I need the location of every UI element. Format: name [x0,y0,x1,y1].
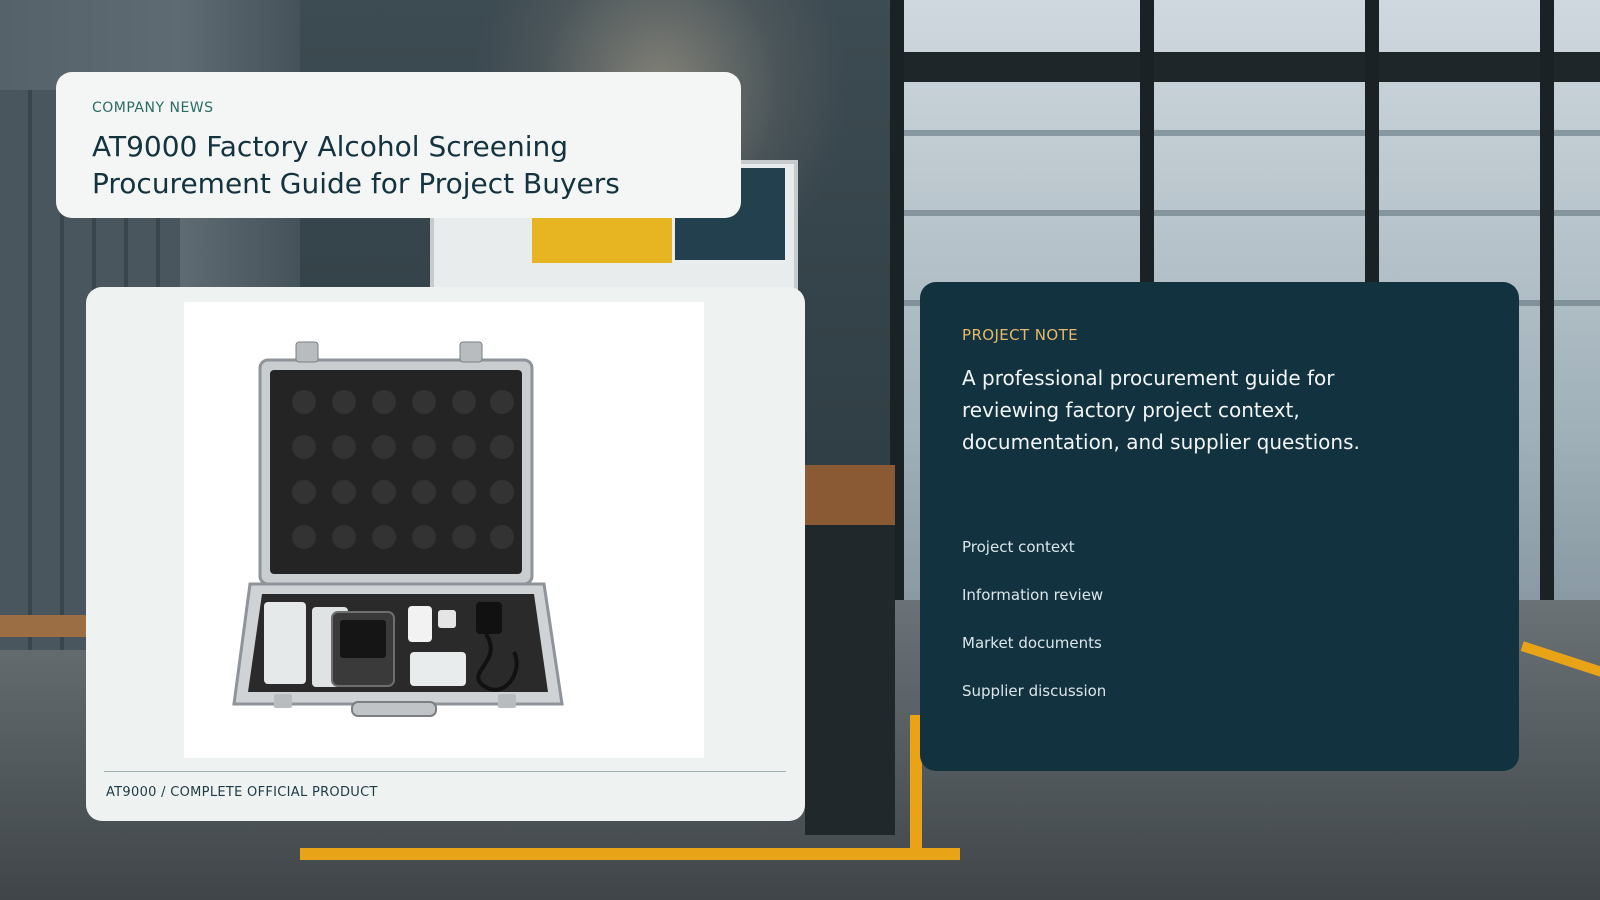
background-bench [0,615,90,637]
product-caption: AT9000 / COMPLETE OFFICIAL PRODUCT [106,785,378,800]
page-scene: COMPANY NEWS AT9000 Factory Alcohol Scre… [0,0,1600,900]
note-item-supplier-discussion[interactable]: Supplier discussion [962,682,1477,730]
project-note-card: PROJECT NOTE A professional procurement … [920,282,1519,771]
product-image [184,302,704,758]
product-image-card: AT9000 / COMPLETE OFFICIAL PRODUCT [86,287,805,821]
project-note-list: Project context Information review Marke… [962,538,1477,730]
background-notice-yellow [532,218,672,263]
background-counter-body [805,525,895,835]
note-item-information-review[interactable]: Information review [962,586,1477,634]
project-note-body: A professional procurement guide for rev… [962,366,1360,454]
background-rail [890,130,1600,136]
note-item-market-documents[interactable]: Market documents [962,634,1477,682]
breathalyzer-kit-case-icon [232,341,564,717]
background-beam [890,52,1600,82]
caption-divider [104,771,786,772]
note-item-project-context[interactable]: Project context [962,538,1477,586]
project-note-kicker: PROJECT NOTE [962,326,1079,344]
background-rail [890,210,1600,216]
background-counter-top [805,465,895,525]
background-mullion [1540,0,1554,620]
article-title: AT9000 Factory Alcohol Screening Procure… [92,130,620,200]
section-kicker: COMPANY NEWS [92,100,214,116]
article-header-card: COMPANY NEWS AT9000 Factory Alcohol Scre… [56,72,741,218]
background-floor-line [300,848,960,860]
